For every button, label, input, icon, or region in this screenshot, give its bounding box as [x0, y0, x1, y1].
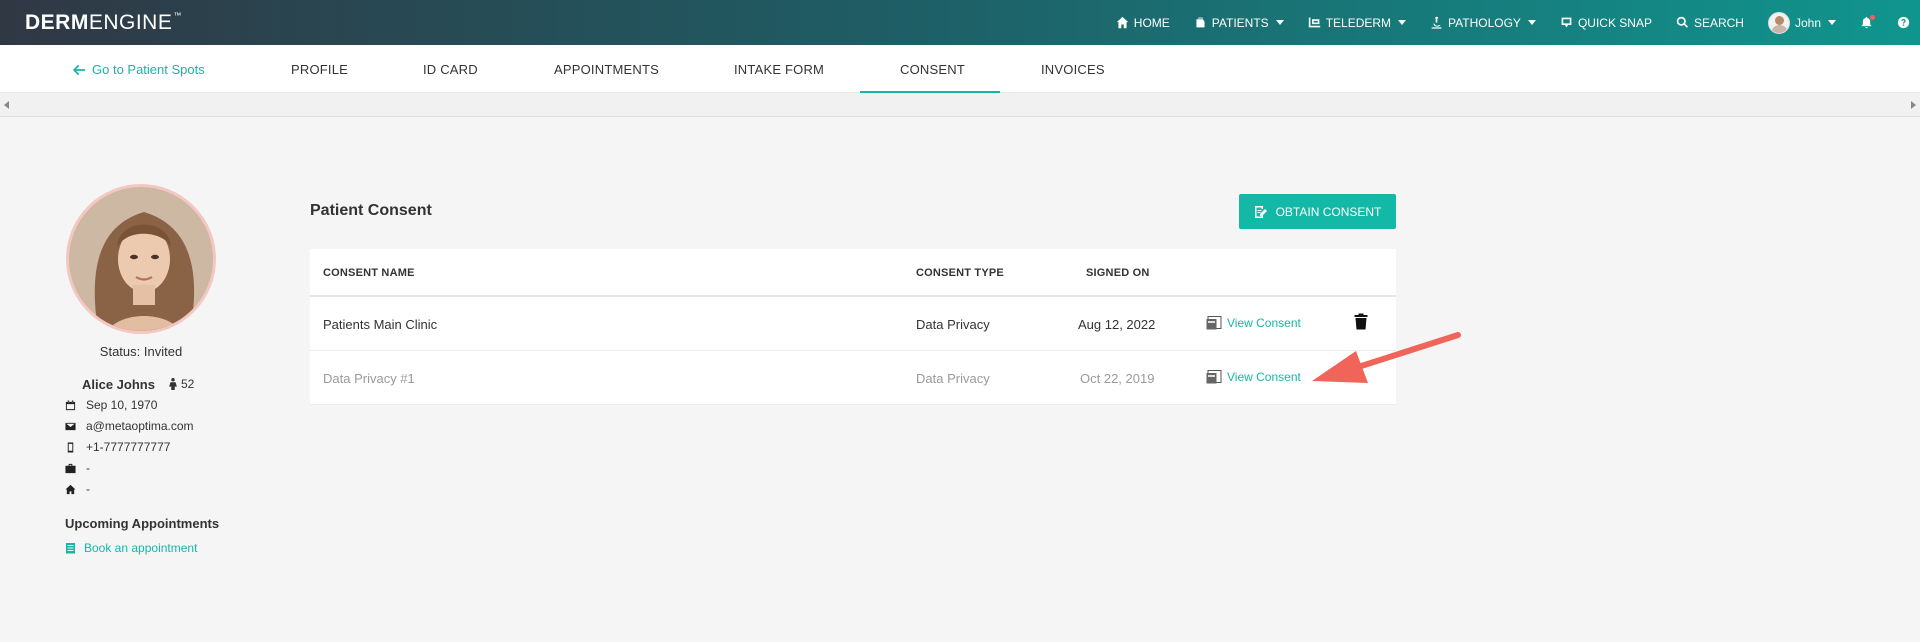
nav-home[interactable]: HOME	[1116, 16, 1170, 30]
signed-on-date: Aug 12, 2022	[1078, 317, 1156, 332]
patient-age-value: 52	[181, 377, 195, 391]
patient-age: 52	[168, 377, 194, 391]
envelope-icon	[65, 422, 76, 430]
chevron-down-icon	[1275, 20, 1284, 25]
obtain-consent-label: OBTAIN CONSENT	[1275, 204, 1382, 219]
tab-id-card[interactable]: ID CARD	[423, 62, 478, 77]
chevron-down-icon	[1398, 20, 1407, 25]
annotation-arrow-icon	[1312, 332, 1461, 383]
table-row: Data Privacy #1 Data Privacy Oct 22, 201…	[310, 351, 1396, 405]
consent-type: Data Privacy	[916, 371, 990, 386]
book-appointment-label: Book an appointment	[84, 541, 198, 555]
logo-trademark: ™	[173, 11, 182, 20]
chevron-down-icon	[1527, 20, 1536, 25]
calendar-icon	[66, 543, 75, 554]
horizontal-scrollbar[interactable]	[0, 93, 1920, 117]
view-consent-link[interactable]: View Consent	[1206, 370, 1301, 384]
patient-work-row: -	[65, 461, 90, 475]
mobile-phone-icon	[67, 441, 74, 453]
help-icon	[1897, 16, 1910, 29]
patients-icon	[1196, 17, 1205, 28]
nav-pathology-label: PATHOLOGY	[1448, 15, 1521, 30]
view-consent-label: View Consent	[1227, 316, 1301, 330]
patient-email-row: a@metaoptima.com	[65, 419, 194, 433]
help-button[interactable]	[1897, 16, 1910, 29]
consent-type: Data Privacy	[916, 317, 990, 332]
user-avatar	[1767, 11, 1790, 34]
logo-light-text: ENGINE	[88, 11, 173, 34]
patient-home: -	[86, 482, 90, 496]
patient-photo	[66, 184, 216, 334]
logo-bold-text: DERM	[25, 11, 89, 34]
patient-dob-row: Sep 10, 1970	[65, 398, 157, 412]
back-to-patient-spots-link[interactable]: Go to Patient Spots	[72, 62, 205, 77]
patient-name: Alice Johns	[82, 377, 155, 392]
notifications-button[interactable]	[1860, 15, 1875, 29]
main-nav: HOME PATIENTS TELEDERM PATHOLOGY QUICK S…	[1116, 0, 1920, 45]
home-icon	[1116, 16, 1128, 29]
tab-profile[interactable]: PROFILE	[291, 62, 348, 77]
nav-patients[interactable]: PATIENTS	[1194, 16, 1284, 30]
view-consent-link[interactable]: View Consent	[1206, 316, 1301, 330]
pdf-file-icon	[1206, 370, 1222, 384]
female-icon	[169, 378, 177, 390]
nav-patients-label: PATIENTS	[1211, 15, 1269, 30]
patient-email: a@metaoptima.com	[86, 419, 194, 433]
patient-subnav: Go to Patient Spots PROFILE ID CARD APPO…	[0, 45, 1920, 93]
column-header-consent-name: CONSENT NAME	[323, 267, 415, 279]
patient-work: -	[86, 461, 90, 475]
app-logo[interactable]: DERMENGINE™	[25, 11, 182, 35]
tab-intake-form[interactable]: INTAKE FORM	[734, 62, 824, 77]
nav-telederm-label: TELEDERM	[1325, 15, 1392, 30]
nav-home-label: HOME	[1133, 15, 1170, 30]
edit-document-icon	[1254, 205, 1267, 218]
book-appointment-link[interactable]: Book an appointment	[65, 541, 197, 555]
search-icon	[1676, 16, 1688, 28]
user-menu[interactable]: John	[1767, 11, 1836, 34]
quick-snap-icon	[1561, 17, 1572, 28]
nav-quick-snap-label: QUICK SNAP	[1577, 15, 1652, 30]
tab-appointments[interactable]: APPOINTMENTS	[554, 62, 659, 77]
table-row: Patients Main Clinic Data Privacy Aug 12…	[310, 297, 1396, 351]
consent-name: Data Privacy #1	[323, 371, 415, 386]
notification-dot	[1870, 15, 1875, 20]
tab-consent[interactable]: CONSENT	[900, 62, 965, 77]
nav-pathology[interactable]: PATHOLOGY	[1430, 16, 1536, 30]
patient-status: Status: Invited	[99, 344, 183, 359]
view-consent-label: View Consent	[1227, 370, 1301, 384]
consent-table: CONSENT NAME CONSENT TYPE SIGNED ON Pati…	[310, 249, 1396, 405]
patient-phone-row: +1-7777777777	[65, 440, 170, 454]
arrow-left-icon	[72, 64, 86, 75]
upcoming-appointments-title: Upcoming Appointments	[65, 516, 220, 531]
back-link-label: Go to Patient Spots	[92, 62, 205, 77]
consent-table-header: CONSENT NAME CONSENT TYPE SIGNED ON	[310, 249, 1396, 297]
column-header-consent-type: CONSENT TYPE	[916, 267, 1004, 279]
consent-name: Patients Main Clinic	[323, 317, 438, 332]
page-title: Patient Consent	[310, 202, 432, 219]
nav-telederm[interactable]: TELEDERM	[1308, 15, 1407, 30]
scroll-right-icon[interactable]	[1911, 101, 1916, 109]
obtain-consent-button[interactable]: OBTAIN CONSENT	[1239, 194, 1396, 229]
tab-invoices[interactable]: INVOICES	[1041, 62, 1105, 77]
signed-on-date: Oct 22, 2019	[1080, 371, 1155, 386]
briefcase-icon	[65, 463, 76, 473]
chevron-down-icon	[1828, 20, 1836, 25]
top-navbar: DERMENGINE™ HOME PATIENTS TELEDERM PATHO…	[0, 0, 1920, 45]
telederm-icon	[1308, 17, 1320, 28]
microscope-icon	[1431, 16, 1442, 29]
calendar-icon	[65, 399, 76, 410]
home-icon	[65, 484, 76, 494]
patient-phone: +1-7777777777	[86, 440, 171, 454]
patient-home-row: -	[65, 482, 90, 496]
nav-quick-snap[interactable]: QUICK SNAP	[1560, 16, 1652, 30]
user-name: John	[1794, 15, 1821, 30]
column-header-signed-on: SIGNED ON	[1086, 267, 1150, 279]
pdf-file-icon	[1206, 316, 1222, 330]
patient-dob: Sep 10, 1970	[86, 398, 158, 412]
nav-search[interactable]: SEARCH	[1676, 16, 1744, 30]
patient-portrait-image	[69, 187, 213, 331]
scroll-left-icon[interactable]	[4, 101, 9, 109]
nav-search-label: SEARCH	[1693, 15, 1744, 30]
